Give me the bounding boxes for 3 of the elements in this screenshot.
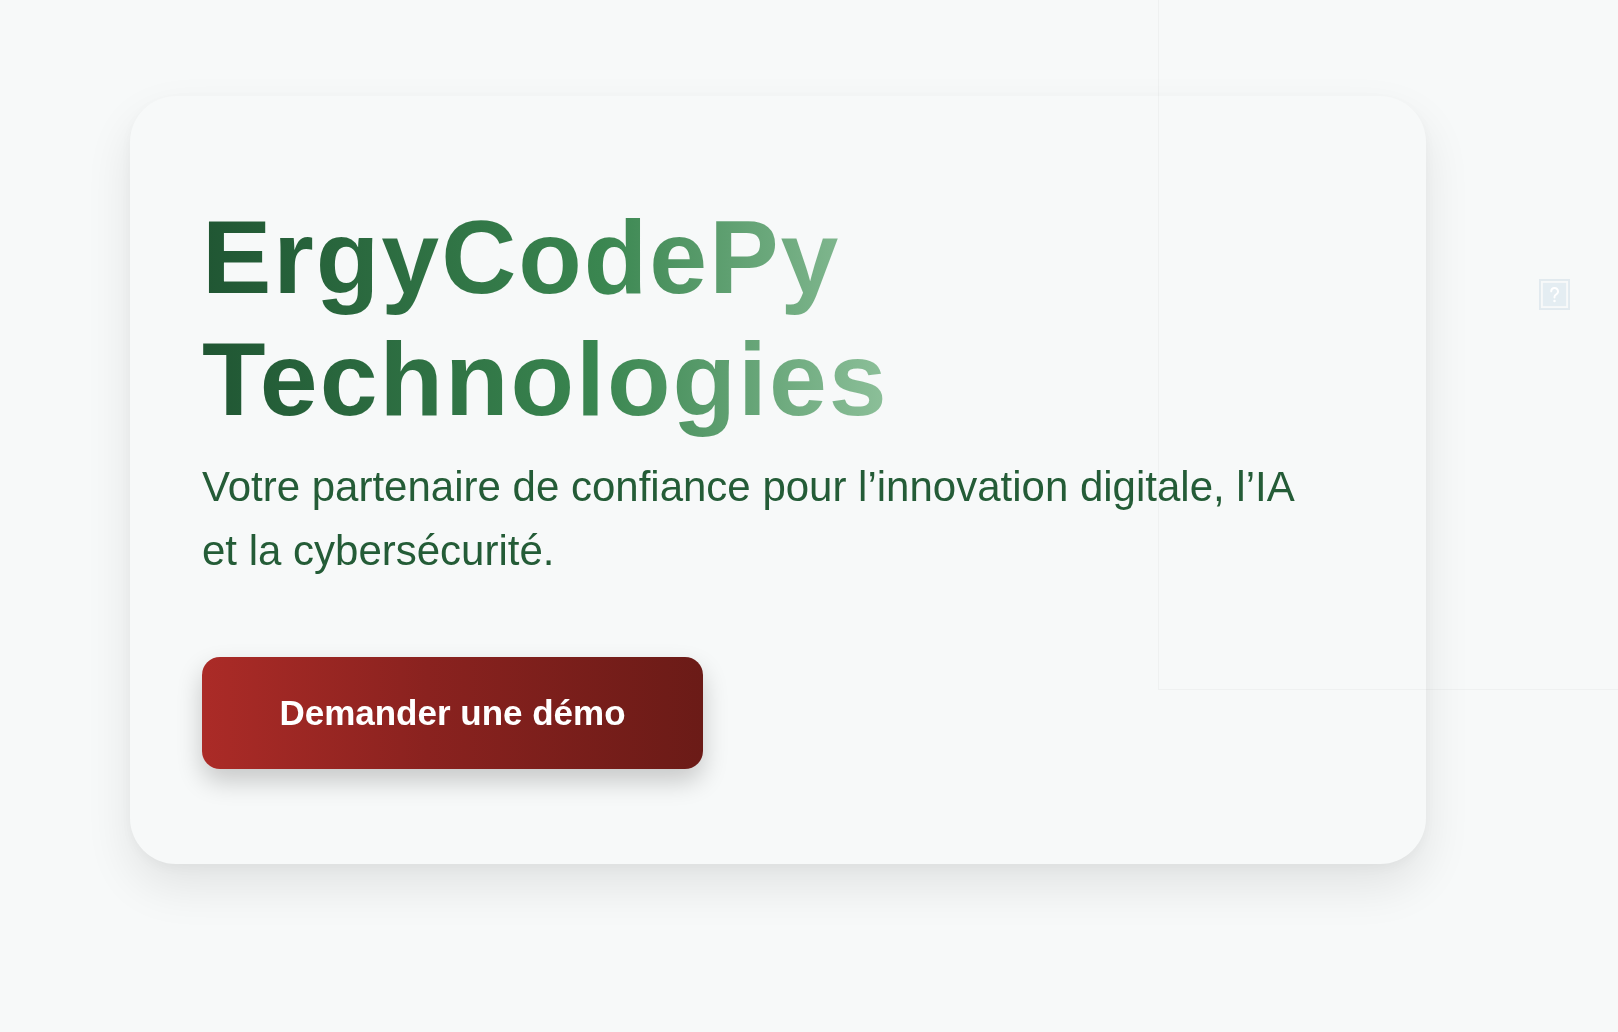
hero-subtitle: Votre partenaire de confiance pour l’innovation digitale, l’IA et la cybersécurité. bbox=[202, 462, 1295, 576]
demo-request-button[interactable]: Demander une démo bbox=[202, 657, 703, 769]
broken-image-icon bbox=[1539, 279, 1570, 310]
